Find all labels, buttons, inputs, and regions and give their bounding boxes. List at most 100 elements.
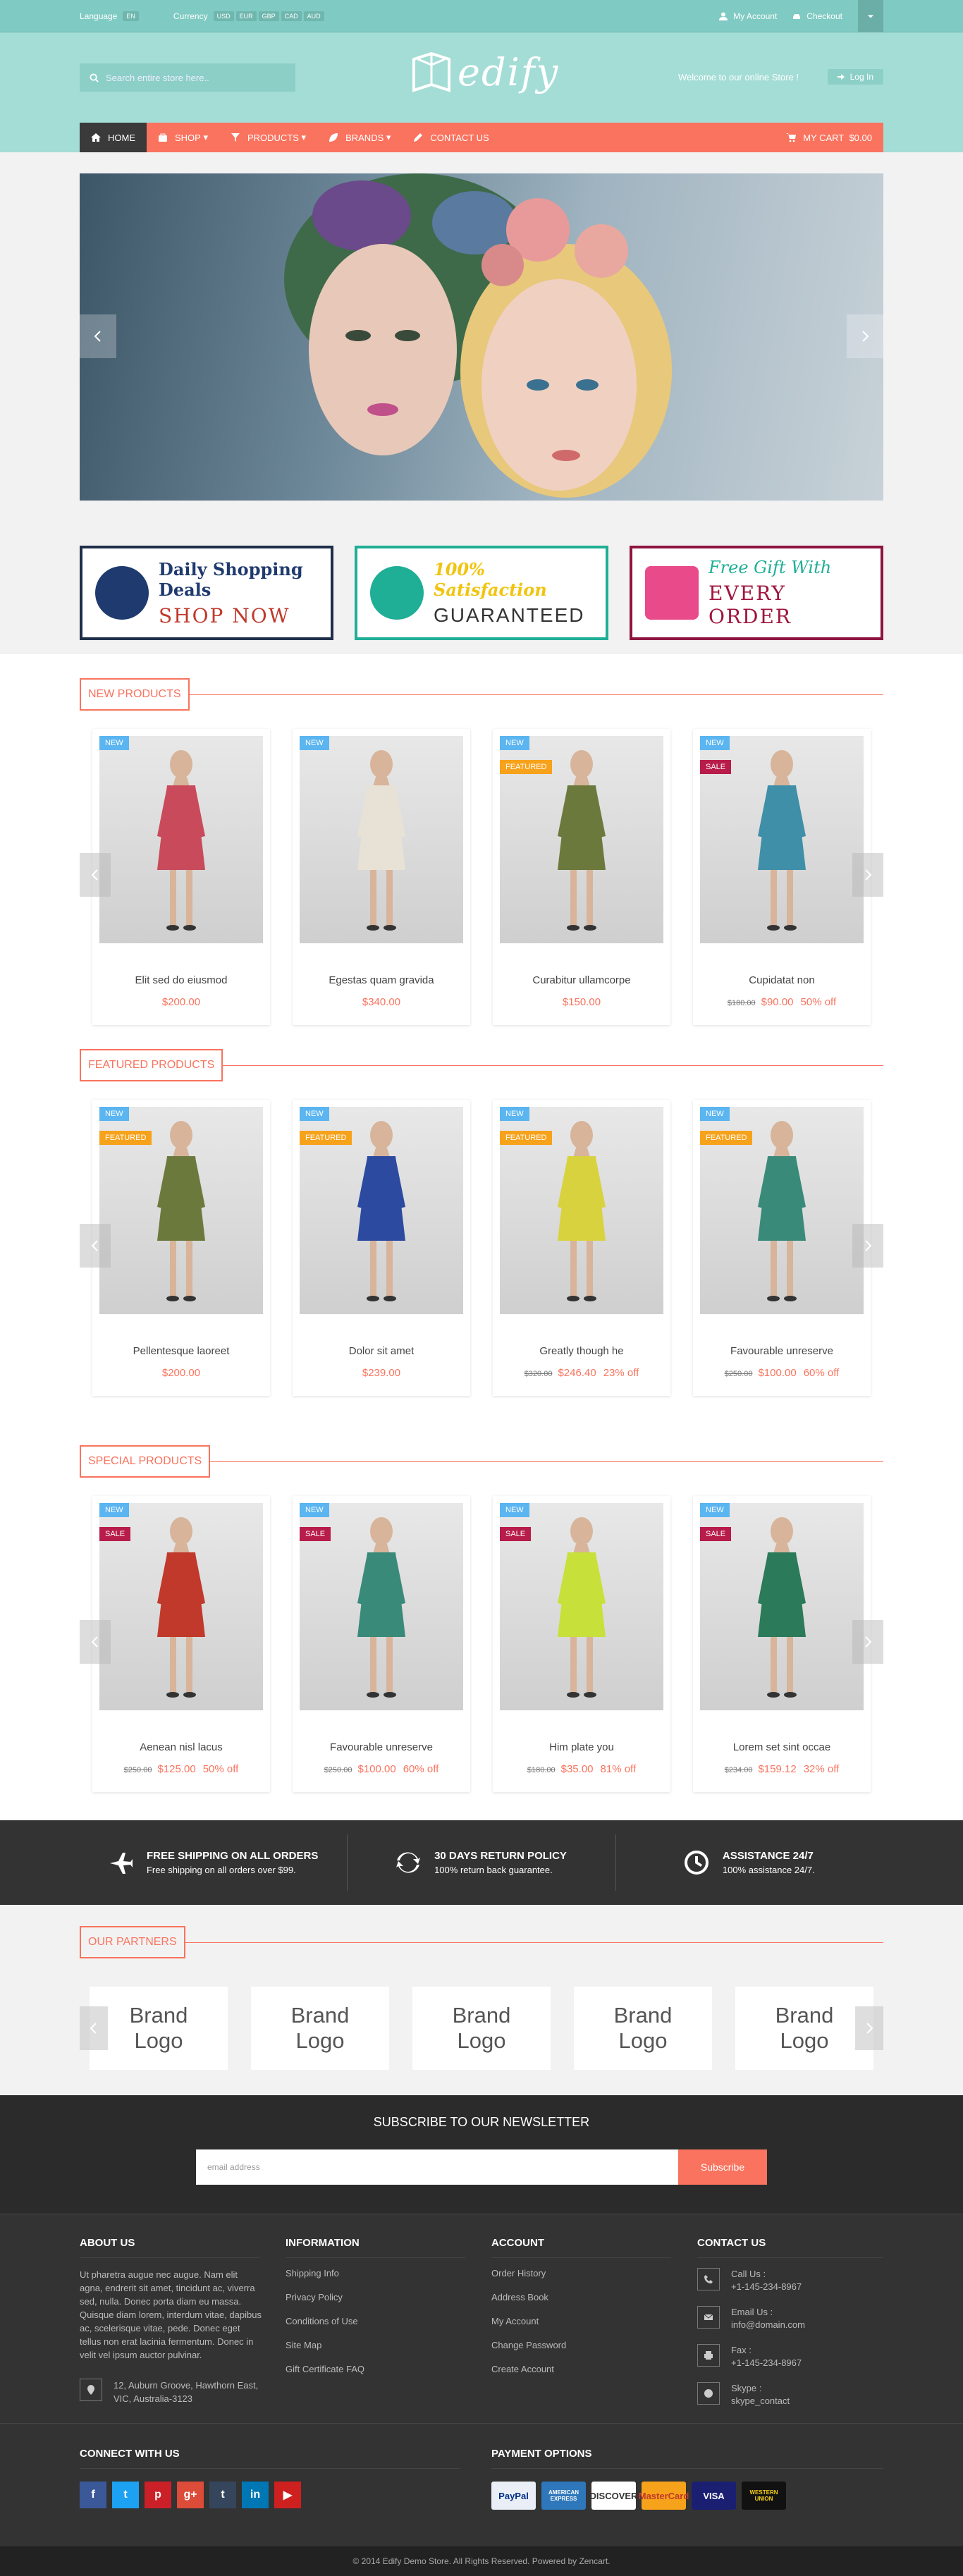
- product-image-wrap[interactable]: NEW FEATURED: [700, 1107, 864, 1314]
- nav-home[interactable]: HOME: [80, 123, 147, 152]
- nav-shop[interactable]: SHOP ▾: [147, 123, 219, 152]
- carousel-prev-arrow[interactable]: [80, 1224, 111, 1268]
- product-name[interactable]: Favourable unreserve: [300, 1741, 463, 1753]
- contact-value[interactable]: skype_contact: [731, 2395, 790, 2408]
- product-image-wrap[interactable]: NEW FEATURED: [99, 1107, 263, 1314]
- currency-eur[interactable]: EUR: [235, 11, 257, 21]
- search-input[interactable]: Search entire store here..: [80, 63, 295, 92]
- product-name[interactable]: Egestas quam gravida: [300, 974, 463, 986]
- product-name[interactable]: Elit sed do eiusmod: [99, 974, 263, 986]
- currency-gbp[interactable]: GBP: [258, 11, 279, 21]
- product-price: $100.00: [758, 1367, 797, 1379]
- linkedin-icon[interactable]: in: [242, 2482, 269, 2508]
- partner-logo[interactable]: Brand Logo: [90, 1987, 228, 2070]
- nav-brands[interactable]: BRANDS ▾: [317, 123, 402, 152]
- footer-link[interactable]: Privacy Policy: [286, 2292, 491, 2302]
- newsletter-email-input[interactable]: email address: [196, 2149, 678, 2185]
- product-card[interactable]: NEW FEATURED Pellentesque laoreet $200.00: [92, 1100, 270, 1396]
- partner-logo[interactable]: Brand Logo: [735, 1987, 873, 2070]
- product-name[interactable]: Favourable unreserve: [700, 1345, 864, 1357]
- nav-cart[interactable]: MY CART $0.00: [775, 123, 883, 152]
- site-logo[interactable]: edify: [411, 49, 559, 94]
- product-image-wrap[interactable]: NEW FEATURED: [300, 1107, 463, 1314]
- google-plus-icon[interactable]: g+: [177, 2482, 204, 2508]
- product-image-wrap[interactable]: NEW: [300, 736, 463, 943]
- currency-cad[interactable]: CAD: [281, 11, 302, 21]
- footer-link[interactable]: My Account: [491, 2316, 697, 2326]
- product-image-wrap[interactable]: NEW SALE: [500, 1503, 663, 1710]
- footer-link[interactable]: Site Map: [286, 2340, 491, 2350]
- product-name[interactable]: Greatly though he: [500, 1345, 663, 1357]
- footer-link[interactable]: Gift Certificate FAQ: [286, 2364, 491, 2374]
- language-en[interactable]: EN: [123, 11, 139, 21]
- product-card[interactable]: NEW Egestas quam gravida $340.00: [293, 729, 470, 1025]
- basket-icon: [95, 566, 149, 620]
- login-button[interactable]: Log In: [827, 69, 883, 85]
- carousel-prev-arrow[interactable]: [80, 853, 111, 897]
- product-name[interactable]: Him plate you: [500, 1741, 663, 1753]
- product-card[interactable]: NEW FEATURED Dolor sit amet $239.00: [293, 1100, 470, 1396]
- my-account-link[interactable]: My Account: [719, 11, 777, 21]
- footer-link[interactable]: Address Book: [491, 2292, 697, 2302]
- contact-value[interactable]: info@domain.com: [731, 2319, 805, 2331]
- pinterest-icon[interactable]: p: [145, 2482, 171, 2508]
- partners-next-arrow[interactable]: [855, 2006, 883, 2050]
- banner-free-gift[interactable]: Free Gift With EVERY ORDER: [630, 546, 883, 640]
- footer-link[interactable]: Conditions of Use: [286, 2316, 491, 2326]
- product-name[interactable]: Cupidatat non: [700, 974, 864, 986]
- carousel-next-arrow[interactable]: [852, 1224, 883, 1268]
- hero-slider[interactable]: [80, 173, 883, 501]
- product-image-wrap[interactable]: NEW SALE: [300, 1503, 463, 1710]
- banner-satisfaction[interactable]: 100% Satisfaction GUARANTEED: [355, 546, 608, 640]
- facebook-icon[interactable]: f: [80, 2482, 106, 2508]
- book-icon: [412, 51, 450, 92]
- product-image-wrap[interactable]: NEW SALE: [700, 1503, 864, 1710]
- product-card[interactable]: NEW SALE Him plate you $180.00 $35.00 81% off: [493, 1496, 670, 1792]
- product-card[interactable]: NEW SALE Lorem set sint occae $234.00 $159.1…: [693, 1496, 871, 1792]
- product-price-row: $250.00 $100.00 60% off: [300, 1763, 463, 1775]
- currency-usd[interactable]: USD: [213, 11, 234, 21]
- product-card[interactable]: NEW FEATURED Greatly though he $320.00 $246.…: [493, 1100, 670, 1396]
- partner-logo[interactable]: Brand Logo: [574, 1987, 712, 2070]
- footer-link[interactable]: Shipping Info: [286, 2268, 491, 2278]
- product-image-wrap[interactable]: NEW: [99, 736, 263, 943]
- product-card[interactable]: NEW SALE Aenean nisl lacus $250.00 $125.00 50…: [92, 1496, 270, 1792]
- partner-logo[interactable]: Brand Logo: [412, 1987, 551, 2070]
- product-card[interactable]: NEW SALE Cupidatat non $180.00 $90.00 50% off: [693, 729, 871, 1025]
- hero-next-arrow[interactable]: [847, 314, 883, 358]
- product-image-wrap[interactable]: NEW FEATURED: [500, 1107, 663, 1314]
- tumblr-icon[interactable]: t: [209, 2482, 236, 2508]
- product-image-wrap[interactable]: NEW FEATURED: [500, 736, 663, 943]
- currency-aud[interactable]: AUD: [303, 11, 324, 21]
- product-image-wrap[interactable]: NEW SALE: [700, 736, 864, 943]
- footer-link[interactable]: Order History: [491, 2268, 697, 2278]
- nav-products[interactable]: PRODUCTS ▾: [219, 123, 317, 152]
- nav-contact[interactable]: CONTACT US: [402, 123, 500, 152]
- checkout-link[interactable]: Checkout: [792, 11, 842, 21]
- product-image-wrap[interactable]: NEW SALE: [99, 1503, 263, 1710]
- twitter-icon[interactable]: t: [112, 2482, 139, 2508]
- footer-bottom: CONNECT WITH US f t p g+ t in ▶ PAYMENT OPTION…: [0, 2423, 963, 2546]
- carousel-next-arrow[interactable]: [852, 853, 883, 897]
- product-card[interactable]: NEW FEATURED Favourable unreserve $250.00 $1…: [693, 1100, 871, 1396]
- product-name[interactable]: Lorem set sint occae: [700, 1741, 864, 1753]
- carousel-prev-arrow[interactable]: [80, 1620, 111, 1664]
- footer-link[interactable]: Create Account: [491, 2364, 697, 2374]
- partners-prev-arrow[interactable]: [80, 2006, 108, 2050]
- carousel-next-arrow[interactable]: [852, 1620, 883, 1664]
- partner-logo[interactable]: Brand Logo: [251, 1987, 389, 2070]
- product-name[interactable]: Pellentesque laoreet: [99, 1345, 263, 1357]
- product-name[interactable]: Curabitur ullamcorpe: [500, 974, 663, 986]
- product-name[interactable]: Dolor sit amet: [300, 1345, 463, 1357]
- banner-daily-deals[interactable]: Daily Shopping Deals SHOP NOW: [80, 546, 333, 640]
- product-card[interactable]: NEW SALE Favourable unreserve $250.00 $100.0…: [293, 1496, 470, 1792]
- youtube-icon[interactable]: ▶: [274, 2482, 301, 2508]
- product-price: $35.00: [560, 1763, 594, 1775]
- product-name[interactable]: Aenean nisl lacus: [99, 1741, 263, 1753]
- product-card[interactable]: NEW FEATURED Curabitur ullamcorpe $150.00: [493, 729, 670, 1025]
- footer-link[interactable]: Change Password: [491, 2340, 697, 2350]
- subscribe-button[interactable]: Subscribe: [678, 2149, 767, 2185]
- product-card[interactable]: NEW Elit sed do eiusmod $200.00: [92, 729, 270, 1025]
- topbar-dropdown-toggle[interactable]: [858, 0, 883, 32]
- hero-prev-arrow[interactable]: [80, 314, 116, 358]
